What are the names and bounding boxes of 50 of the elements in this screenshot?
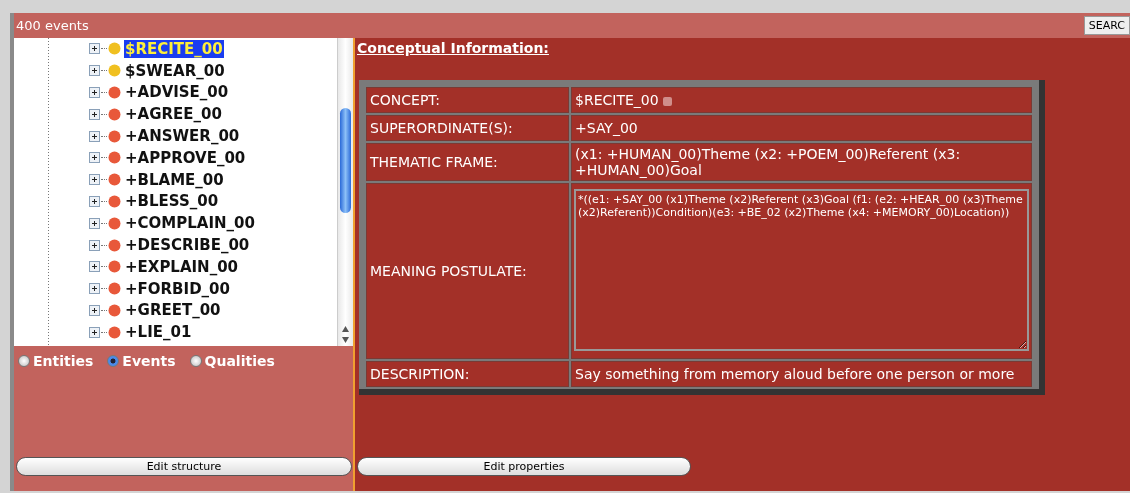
tree-item[interactable]: +ANSWER_00: [124, 127, 241, 146]
property-label: CONCEPT:: [366, 87, 569, 113]
category-radio[interactable]: Qualities: [189, 353, 275, 369]
expand-icon[interactable]: [89, 239, 100, 251]
property-value: Say something from memory aloud before one person or more: [571, 361, 1032, 387]
expand-icon[interactable]: [89, 108, 100, 120]
expand-icon[interactable]: [89, 195, 100, 207]
scroll-down-icon[interactable]: [342, 337, 349, 343]
expand-icon[interactable]: [89, 130, 100, 142]
tree-item[interactable]: +APPROVE_00: [124, 148, 247, 167]
tree-item[interactable]: +EXPLAIN_00: [124, 257, 240, 276]
tree-item[interactable]: $SWEAR_00: [124, 61, 226, 80]
property-label: SUPERORDINATE(S):: [366, 115, 569, 141]
property-value: (x1: +HUMAN_00)Theme (x2: +POEM_00)Referent (x3: +HUMAN_00)Goal: [571, 143, 1032, 181]
tree-item[interactable]: +AGREE_00: [124, 105, 223, 124]
expand-icon[interactable]: [89, 174, 100, 186]
scroll-up-icon[interactable]: [342, 326, 349, 332]
expand-icon[interactable]: [89, 217, 100, 229]
tree-item[interactable]: +ADVISE_00: [124, 83, 230, 102]
meaning-postulate-field[interactable]: *((e1: +SAY_00 (x1)Theme (x2)Referent (x3)Goal (f1: (e2: +HEAR_00 (x3)Theme (x2)Referent))Condition)(e3: +BE_02 (x2)Theme (x4: +MEMORY_00)Location)): [574, 188, 1029, 351]
tree-item[interactable]: +DESCRIBE_00: [124, 236, 251, 255]
category-radio[interactable]: Entities: [18, 353, 94, 369]
expand-icon[interactable]: [89, 152, 100, 164]
expand-icon[interactable]: [89, 283, 100, 295]
property-label: DESCRIPTION:: [366, 361, 569, 387]
expand-icon[interactable]: [89, 261, 100, 273]
scrollbar[interactable]: [337, 38, 353, 346]
tree-item[interactable]: +FORBID_00: [124, 279, 231, 298]
tree-item[interactable]: $RECITE_00: [124, 39, 224, 58]
expand-icon[interactable]: [89, 87, 100, 98]
property-label: THEMATIC FRAME:: [366, 143, 569, 181]
property-value: $RECITE_00: [575, 92, 659, 108]
section-title: Conceptual Information:: [356, 39, 550, 58]
search-button[interactable]: SEARC: [1083, 16, 1130, 35]
category-radio[interactable]: Events: [107, 353, 176, 369]
tree-item[interactable]: +LIE_01: [124, 323, 193, 342]
scroll-thumb[interactable]: [340, 108, 351, 213]
property-value: +SAY_00: [571, 115, 1032, 141]
expand-icon[interactable]: [89, 43, 100, 55]
expand-icon[interactable]: [89, 304, 100, 316]
tree-item[interactable]: +BLESS_00: [124, 192, 220, 211]
expand-icon[interactable]: [89, 326, 100, 338]
edit-properties-button[interactable]: Edit properties: [357, 457, 691, 476]
expand-icon[interactable]: [89, 65, 100, 77]
event-count: 400 events: [15, 18, 89, 33]
tree-item[interactable]: +GREET_00: [124, 301, 222, 320]
edit-structure-button[interactable]: Edit structure: [16, 457, 352, 476]
tree-item[interactable]: +BLAME_00: [124, 170, 225, 189]
property-label: MEANING POSTULATE:: [366, 183, 569, 359]
tree-item[interactable]: +COMPLAIN_00: [124, 214, 256, 233]
